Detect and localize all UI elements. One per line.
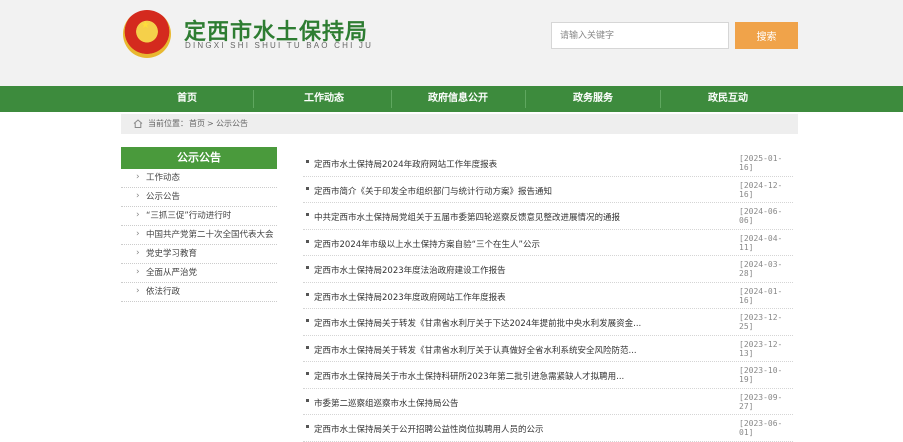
news-title[interactable]: 定西市水土保持局2024年政府网站工作年度报表 [314,158,679,170]
news-title[interactable]: 定西市水土保持局关于转发《甘肃省水利厅关于认真做好全省水利系统安全风险防范... [314,344,679,356]
bullet-icon [306,160,309,163]
nav-divider [660,90,661,108]
bullet-icon [306,398,309,402]
national-emblem-icon: ★ [123,10,171,58]
news-item[interactable]: 市委第二巡察组巡察市水土保持局公告 [2023-09-27] [303,389,793,415]
news-date: [2023-09-27] [739,392,783,411]
news-item[interactable]: 定西市水土保持局2023年度政府网站工作年度报表 [2024-01-16] [303,283,793,309]
breadcrumb-separator: > [207,119,214,128]
breadcrumb-location-label: 当前位置： [148,119,188,128]
nav-item-home[interactable]: 首页 [121,86,253,112]
news-item[interactable]: 定西市水土保持局关于公开招聘公益性岗位拟聘用人员的公示 [2023-06-01] [303,415,793,442]
news-item[interactable]: 定西市水土保持局关于转发《甘肃省水利厅关于下达2024年提前批中央水利发展资金.… [303,309,793,336]
news-date: [2025-01-16] [739,154,783,172]
news-item[interactable]: 定西市水土保持局关于市水土保持科研所2023年第二批引进急需紧缺人才拟聘用...… [303,362,793,389]
news-title[interactable]: 市委第二巡察组巡察市水土保持局公告 [314,397,679,409]
news-item[interactable]: 中共定西市水土保持局党组关于五届市委第四轮巡察反馈意见整改进展情况的通报 [202… [303,203,793,230]
nav-item-work-news[interactable]: 工作动态 [258,86,390,112]
nav-item-interaction[interactable]: 政民互动 [662,86,794,112]
search-button[interactable]: 搜索 [735,22,798,49]
bullet-icon [306,372,309,375]
sidebar-title: 公示公告 [121,147,277,169]
nav-divider [525,90,526,108]
news-date: [2023-06-01] [739,419,783,437]
news-date: [2024-04-11] [739,233,783,252]
sidebar-item-party-history[interactable]: 党史学习教育 [121,245,277,264]
news-title[interactable]: 定西市水土保持局关于公开招聘公益性岗位拟聘用人员的公示 [314,423,679,435]
news-title[interactable]: 定西市水土保持局关于转发《甘肃省水利厅关于下达2024年提前批中央水利发展资金.… [314,317,679,329]
main-nav: 首页 工作动态 政府信息公开 政务服务 政民互动 [0,86,903,112]
breadcrumb: 当前位置： 首页 > 公示公告 [121,114,798,134]
nav-divider [253,90,254,108]
news-item[interactable]: 定西市简介《关于印发全市组织部门与统计行动方案》报告通知 [2024-12-16] [303,177,793,203]
news-date: [2024-06-06] [739,207,783,225]
sidebar-item-work-news[interactable]: 工作动态 [121,169,277,188]
news-item[interactable]: 定西市2024年市级以上水土保持方案自验“三个在生人”公示 [2024-04-11… [303,230,793,256]
news-item[interactable]: 定西市水土保持局2024年政府网站工作年度报表 [2025-01-16] [303,150,793,177]
bullet-icon [306,425,309,428]
breadcrumb-current: 公示公告 [216,119,248,128]
nav-item-gov-services[interactable]: 政务服务 [527,86,659,112]
breadcrumb-home-link[interactable]: 首页 [189,114,205,134]
bullet-icon [306,345,309,349]
news-title[interactable]: 定西市水土保持局2023年度政府网站工作年度报表 [314,291,679,303]
news-title[interactable]: 中共定西市水土保持局党组关于五届市委第四轮巡察反馈意见整改进展情况的通报 [314,211,679,223]
sidebar-item-san-zhua-san-cu[interactable]: “三抓三促”行动进行时 [121,207,277,226]
nav-item-gov-info[interactable]: 政府信息公开 [392,86,524,112]
search-input[interactable] [551,22,729,49]
sidebar-item-20th-congress[interactable]: 中国共产党第二十次全国代表大会 [121,226,277,245]
bullet-icon [306,213,309,216]
news-list: 定西市水土保持局2024年政府网站工作年度报表 [2025-01-16] 定西市简… [303,150,793,442]
home-icon [133,119,143,128]
sidebar-item-law-administration[interactable]: 依法行政 [121,283,277,302]
news-date: [2024-01-16] [739,286,783,305]
news-date: [2023-12-13] [739,339,783,358]
sidebar-item-announcements[interactable]: 公示公告 [121,188,277,207]
news-date: [2024-12-16] [739,180,783,199]
bullet-icon [306,292,309,296]
news-date: [2023-10-19] [739,366,783,384]
site-title-pinyin: DINGXI SHI SHUI TU BAO CHI JU [185,41,374,50]
news-date: [2023-12-25] [739,313,783,331]
bullet-icon [306,239,309,243]
bullet-icon [306,266,309,269]
news-item[interactable]: 定西市水土保持局2023年度法治政府建设工作报告 [2024-03-28] [303,256,793,283]
news-title[interactable]: 定西市简介《关于印发全市组织部门与统计行动方案》报告通知 [314,185,679,197]
site-header: ★ 定西市水土保持局 DINGXI SHI SHUI TU BAO CHI JU… [0,0,903,86]
news-title[interactable]: 定西市2024年市级以上水土保持方案自验“三个在生人”公示 [314,238,679,250]
news-date: [2024-03-28] [739,260,783,278]
bullet-icon [306,319,309,322]
news-item[interactable]: 定西市水土保持局关于转发《甘肃省水利厅关于认真做好全省水利系统安全风险防范...… [303,336,793,362]
sidebar: 公示公告 工作动态 公示公告 “三抓三促”行动进行时 中国共产党第二十次全国代表… [121,147,277,302]
sidebar-item-strict-governance[interactable]: 全面从严治党 [121,264,277,283]
news-title[interactable]: 定西市水土保持局关于市水土保持科研所2023年第二批引进急需紧缺人才拟聘用... [314,370,679,382]
news-title[interactable]: 定西市水土保持局2023年度法治政府建设工作报告 [314,264,679,276]
bullet-icon [306,186,309,190]
